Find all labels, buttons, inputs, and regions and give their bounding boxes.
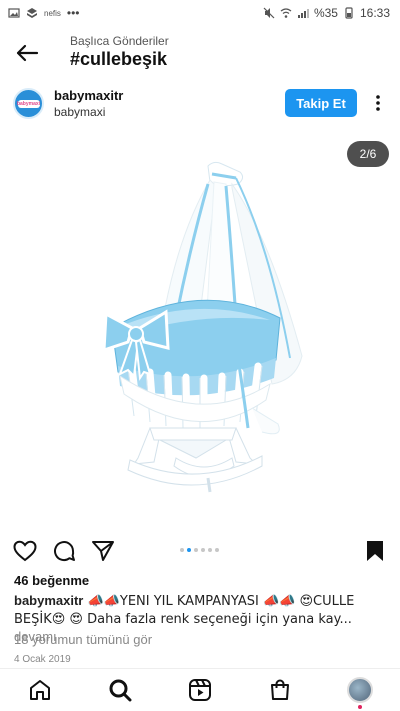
battery-percent: %35 bbox=[313, 6, 338, 20]
search-icon bbox=[109, 679, 132, 702]
carousel-dot bbox=[215, 548, 219, 552]
header-subtitle: Başlıca Gönderiler bbox=[70, 34, 169, 48]
carousel-dot bbox=[194, 548, 198, 552]
avatar-logo: babymaxi bbox=[16, 99, 41, 108]
nav-shop[interactable] bbox=[267, 677, 293, 703]
share-button[interactable] bbox=[90, 538, 116, 564]
cradle-illustration bbox=[102, 161, 303, 493]
heart-icon bbox=[13, 540, 37, 562]
app-label: nefis bbox=[44, 8, 61, 18]
carousel-indicator bbox=[180, 548, 219, 552]
status-left: nefis ••• bbox=[8, 6, 80, 20]
page-header: Başlıca Gönderiler #cullebeşik bbox=[0, 28, 400, 76]
post-subname: babymaxi bbox=[54, 105, 106, 119]
post-date: 4 Ocak 2019 bbox=[14, 654, 71, 665]
signal-icon bbox=[297, 9, 309, 18]
comment-icon bbox=[54, 541, 75, 562]
nav-home[interactable] bbox=[27, 677, 53, 703]
avatar[interactable]: babymaxi bbox=[13, 88, 44, 119]
save-button[interactable] bbox=[362, 538, 388, 564]
bottom-navigation bbox=[0, 668, 400, 711]
shop-icon bbox=[271, 679, 289, 700]
status-bar: nefis ••• %35 16:33 bbox=[0, 0, 400, 26]
nav-reels[interactable] bbox=[187, 677, 213, 703]
follow-button[interactable]: Takip Et bbox=[285, 89, 357, 117]
battery-icon bbox=[345, 7, 353, 19]
more-options-button[interactable] bbox=[368, 92, 388, 114]
like-button[interactable] bbox=[12, 538, 38, 564]
post-header: babymaxi babymaxitr babymaxi Takip Et bbox=[0, 84, 400, 124]
bookmark-icon bbox=[367, 541, 383, 561]
post-image[interactable] bbox=[0, 128, 400, 528]
dropbox-icon bbox=[27, 8, 37, 18]
page-title: #cullebeşik bbox=[70, 49, 168, 69]
action-bar bbox=[0, 535, 400, 565]
back-button[interactable] bbox=[12, 38, 42, 68]
mute-icon bbox=[263, 7, 275, 19]
reels-icon bbox=[189, 679, 211, 701]
nav-profile[interactable] bbox=[347, 677, 373, 703]
clock: 16:33 bbox=[359, 6, 390, 20]
more-vertical-icon bbox=[376, 95, 380, 111]
status-right: %35 16:33 bbox=[263, 6, 390, 20]
caption-username[interactable]: babymaxitr bbox=[14, 593, 83, 608]
carousel-dot bbox=[180, 548, 184, 552]
send-icon bbox=[92, 541, 114, 561]
image-icon bbox=[8, 8, 20, 18]
notification-dot bbox=[358, 705, 362, 709]
nav-search[interactable] bbox=[107, 677, 133, 703]
status-more: ••• bbox=[66, 6, 80, 20]
comment-button[interactable] bbox=[51, 538, 77, 564]
arrow-left-icon bbox=[16, 44, 39, 62]
carousel-dot bbox=[201, 548, 205, 552]
wifi-icon bbox=[280, 8, 292, 18]
like-count[interactable]: 46 beğenme bbox=[14, 573, 89, 588]
image-counter: 2/6 bbox=[347, 141, 389, 167]
view-comments-link[interactable]: 18 yorumun tümünü gör bbox=[14, 632, 152, 647]
carousel-dot-active bbox=[187, 548, 191, 552]
post-username[interactable]: babymaxitr bbox=[54, 88, 123, 103]
carousel-dot bbox=[208, 548, 212, 552]
home-icon bbox=[30, 680, 50, 700]
